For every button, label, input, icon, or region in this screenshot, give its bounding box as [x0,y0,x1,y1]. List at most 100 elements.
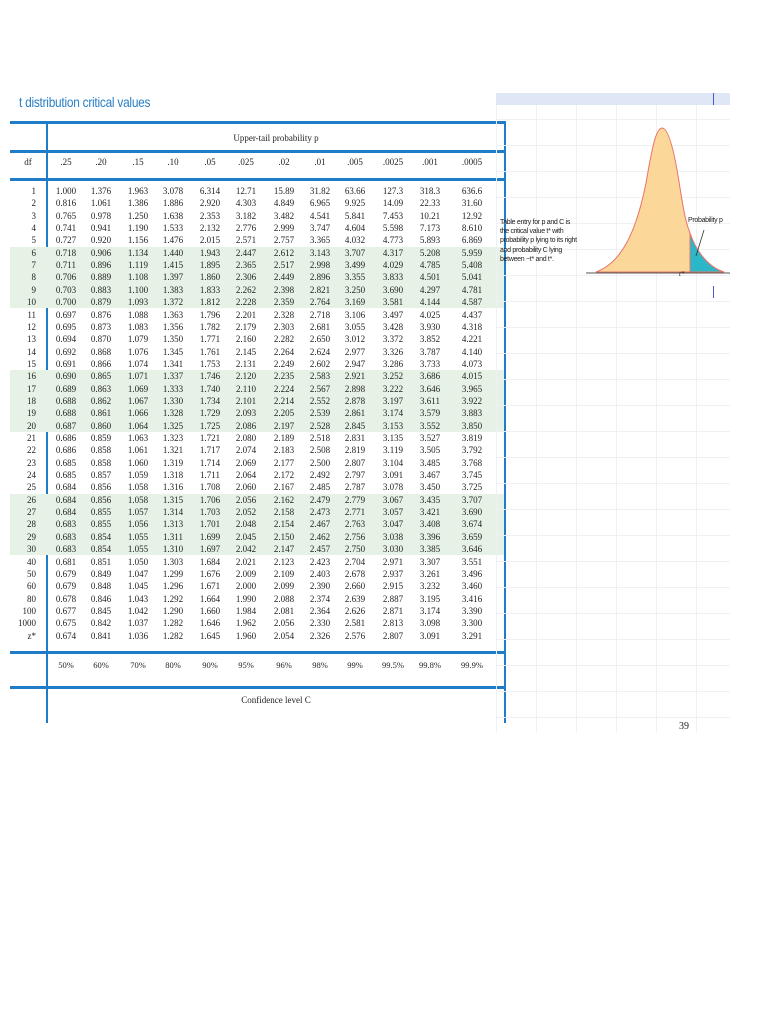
value-cell: 0.685 [55,470,77,481]
value-cell: 0.846 [90,593,112,604]
value-cell: 2.403 [309,568,331,579]
probability-header: .05 [204,157,216,167]
value-cell: 3.261 [419,568,441,579]
value-cell: 2.145 [235,346,257,357]
value-cell: 2.462 [309,531,331,542]
value-cell: 2.330 [309,618,331,629]
value-cell: 3.686 [419,371,441,382]
value-cell: 3.195 [419,593,441,604]
table-row: 19 0.688 0.861 1.066 1.328 1.729 2.093 2.205 2.5… [10,407,504,420]
value-cell: 3.174 [382,408,404,419]
value-cell: 3.222 [382,383,404,394]
value-cell: 3.611 [420,395,440,406]
value-cell: 0.841 [90,630,112,641]
tail-area [689,232,725,273]
value-cell: 0.863 [90,383,112,394]
confidence-cell: 99.8% [419,660,441,670]
value-cell: 0.858 [90,445,112,456]
value-cell: 0.684 [55,494,77,505]
value-cell: 2.447 [235,247,257,258]
value-cell: 0.861 [90,408,112,419]
df-cell: 40 [27,556,36,567]
value-cell: 1.100 [127,284,149,295]
value-cell: 1.812 [199,297,221,308]
value-cell: 2.797 [344,470,366,481]
value-cell: 2.552 [309,395,331,406]
value-cell: 1.383 [162,284,184,295]
value-cell: 1.067 [127,395,149,406]
value-cell: 2.704 [344,556,366,567]
table-row: 28 0.683 0.855 1.056 1.313 1.701 2.048 2.154 2.4… [10,518,504,531]
value-cell: 0.856 [90,494,112,505]
value-cell: 3.485 [419,457,441,468]
value-cell: 2.807 [344,457,366,468]
tstar-label: t* [679,270,685,278]
table-row: 30 0.683 0.854 1.055 1.310 1.697 2.042 2.147 2.4… [10,543,504,556]
value-cell: 2.485 [309,482,331,493]
value-cell: 4.587 [461,297,483,308]
value-cell: 3.135 [382,433,404,443]
value-cell: 127.3 [382,186,404,196]
value-cell: 3.552 [419,420,441,431]
df-cell: 6 [31,247,37,258]
value-cell: 0.860 [90,420,112,431]
value-cell: 2.861 [344,408,366,419]
value-cell: 1.325 [162,420,184,431]
value-cell: 0.849 [90,568,112,579]
value-cell: 2.074 [235,445,257,456]
value-cell: 0.683 [55,519,77,530]
divider [10,651,504,654]
value-cell: 1.962 [235,618,257,629]
value-cell: 0.688 [55,395,77,406]
value-cell: 1.645 [199,630,221,641]
value-cell: 0.859 [90,433,112,443]
value-cell: 2.262 [235,284,257,295]
value-cell: 1.055 [127,531,149,542]
value-cell: 0.687 [55,420,77,431]
value-cell: 1.296 [162,581,184,592]
probability-header: .005 [347,157,363,167]
header-row: df .25 .20 .15 .10 .05 .025 .02 .01 .005 .0025 .00… [10,157,504,173]
value-cell: 2.845 [344,420,366,431]
value-cell: 2.500 [309,457,331,468]
value-cell: 1.721 [199,433,221,443]
value-cell: 1.734 [199,395,221,406]
df-cell: 17 [27,383,36,394]
value-cell: 2.235 [273,371,295,382]
value-cell: 2.045 [235,531,257,542]
value-cell: 63.66 [344,186,366,196]
value-cell: 3.197 [382,395,404,406]
value-cell: 1.330 [162,395,184,406]
value-cell: 2.467 [309,519,331,530]
value-cell: 1.071 [127,371,149,382]
confidence-cell: 80% [165,660,181,670]
value-cell: 1.190 [127,223,149,234]
value-cell: 1.703 [199,507,221,518]
df-cell: 22 [27,445,36,456]
value-cell: 0.679 [55,568,77,579]
value-cell: 3.496 [461,568,483,579]
value-cell: 1.740 [199,383,221,394]
value-cell: 0.865 [90,371,112,382]
value-cell: 1.134 [127,247,149,258]
table-row: 8 0.706 0.889 1.108 1.397 1.860 2.306 2.449 2.89… [10,271,504,284]
confidence-label: Confidence level C [241,695,311,705]
value-cell: 4.318 [461,321,483,332]
value-cell: 2.154 [273,519,295,530]
value-cell: 3.169 [344,297,366,308]
value-cell: 1.303 [162,556,184,567]
table-row: 24 0.685 0.857 1.059 1.318 1.711 2.064 2.172 2.4… [10,469,504,481]
value-cell: 2.947 [344,358,366,369]
df-cell: 12 [27,321,36,332]
confidence-cell: 99.5% [382,660,404,670]
value-cell: 1.036 [127,630,149,641]
df-cell: 2 [31,198,37,209]
value-cell: 2.612 [273,247,295,258]
value-cell: 6.314 [199,186,221,196]
table-row: 11 0.697 0.876 1.088 1.363 1.796 2.201 2.328 2.7… [10,309,504,321]
value-cell: 2.249 [273,358,295,369]
value-cell: 2.224 [273,383,295,394]
value-cell: 3.883 [461,408,483,419]
value-cell: 1.074 [127,358,149,369]
table-row: 16 0.690 0.865 1.071 1.337 1.746 2.120 2.235 2.5… [10,370,504,383]
